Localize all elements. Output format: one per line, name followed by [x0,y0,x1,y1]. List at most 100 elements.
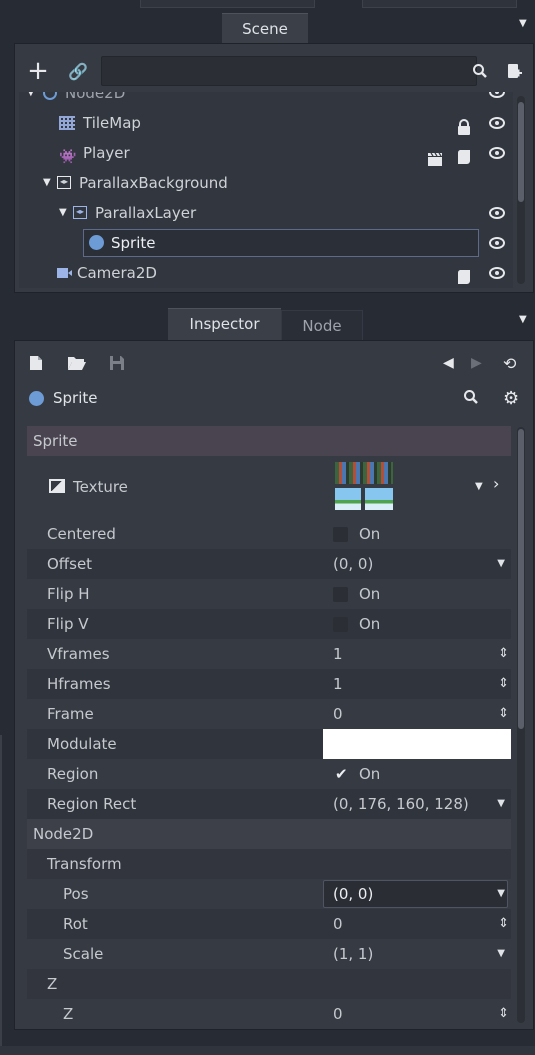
property-value: (0, 176, 160, 128) [333,795,469,813]
spinner-icon[interactable]: ⇕ [498,999,509,1029]
chevron-right-icon[interactable]: › [493,469,499,499]
scene-scrollbar[interactable] [517,96,525,284]
script-add-icon[interactable] [503,60,525,82]
property-label: Region [47,765,99,783]
property-value: (0, 0) [333,555,374,573]
subsection-z[interactable]: Z [27,969,511,999]
property-label: Rot [63,915,88,933]
tree-item-node2d[interactable]: ▼ Node2D [19,92,513,108]
collapse-arrow-icon[interactable]: ▼ [27,92,35,108]
tree-item-label: Sprite [111,234,156,252]
sprite-icon [89,235,104,250]
property-flip-h[interactable]: Flip H On [27,579,511,609]
property-texture[interactable]: Texture ▼ › [27,456,511,518]
property-vframes[interactable]: Vframes 1 ⇕ [27,639,511,669]
top-tab-partial-right[interactable] [362,0,517,8]
spinner-icon[interactable]: ⇕ [498,669,509,699]
tree-item-label: Camera2D [77,264,157,282]
visibility-icon[interactable] [489,92,505,98]
property-value[interactable]: 0 [333,699,343,729]
property-label: Scale [63,945,104,963]
search-icon[interactable] [469,60,491,82]
collapse-arrow-icon[interactable]: ▼ [43,168,51,198]
section-node2d[interactable]: Node2D [27,819,511,849]
section-sprite[interactable]: Sprite [27,426,511,456]
property-centered[interactable]: Centered On [27,519,511,549]
spinner-icon[interactable]: ⇕ [498,909,509,939]
property-value[interactable]: 1 [333,639,343,669]
tree-item-label: TileMap [83,114,141,132]
property-label: Frame [47,705,94,723]
spinner-icon[interactable]: ⇕ [498,699,509,729]
property-value: On [359,765,381,783]
texture-preview[interactable] [333,460,395,512]
tree-item-tilemap[interactable]: TileMap [19,108,513,138]
property-region-rect[interactable]: Region Rect (0, 176, 160, 128) ▼ [27,789,511,819]
property-scale[interactable]: Scale (1, 1) ▼ [27,939,511,969]
visibility-icon[interactable] [489,117,505,129]
checkbox[interactable] [333,527,348,542]
tree-item-label: ParallaxBackground [79,174,228,192]
tree-item-parallaxlayer[interactable]: ▼ ◂▸ ParallaxLayer [19,198,513,228]
visibility-icon[interactable] [489,207,505,219]
property-flip-v[interactable]: Flip V On [27,609,511,639]
camera-icon [57,268,68,278]
tree-item-sprite[interactable]: Sprite [19,228,513,258]
property-modulate[interactable]: Modulate [27,729,511,759]
top-tab-partial-left[interactable] [140,0,315,8]
checkbox[interactable] [333,617,348,632]
property-z[interactable]: Z 0 ⇕ [27,999,511,1029]
property-value[interactable]: 0 [333,999,343,1029]
dropdown-arrow-icon[interactable]: ▼ [497,939,505,969]
tilemap-icon [59,116,75,130]
visibility-icon[interactable] [489,237,505,249]
tab-node[interactable]: Node [281,310,363,340]
scene-tree: ▼ Node2D TileMap 👾 Player ▼ ◂▸ ParallaxB… [19,92,513,288]
tab-scene[interactable]: Scene [222,13,308,43]
left-edge-divider [0,735,2,1055]
property-offset[interactable]: Offset (0, 0) ▼ [27,549,511,579]
property-value[interactable]: 0 [333,909,343,939]
property-label: Hframes [47,675,111,693]
property-label: Offset [47,555,93,573]
property-rot[interactable]: Rot 0 ⇕ [27,909,511,939]
checkmark-icon[interactable]: ✔ [335,759,348,789]
property-value: On [359,525,381,543]
spinner-icon[interactable]: ⇕ [498,639,509,669]
property-pos[interactable]: Pos (0, 0) ▼ [27,879,511,909]
bottom-status-strip [0,1046,535,1055]
visibility-icon[interactable] [489,147,505,159]
dropdown-arrow-icon[interactable]: ▼ [497,549,505,579]
property-region[interactable]: Region ✔ On [27,759,511,789]
inspector-menu-arrow[interactable]: ▼ [519,314,527,325]
dropdown-arrow-icon[interactable]: ▼ [497,789,505,819]
tree-item-label: Node2D [65,92,126,102]
property-frame[interactable]: Frame 0 ⇕ [27,699,511,729]
tree-item-player[interactable]: 👾 Player [19,138,513,168]
scrollbar-thumb[interactable] [518,102,524,202]
color-swatch[interactable] [323,729,511,759]
visibility-icon[interactable] [489,267,505,279]
property-label: Vframes [47,645,110,663]
property-label: Texture [73,478,128,496]
property-hframes[interactable]: Hframes 1 ⇕ [27,669,511,699]
tree-item-parallaxbackground[interactable]: ▼ ◂▸ ParallaxBackground [19,168,513,198]
collapse-arrow-icon[interactable]: ▼ [59,198,67,228]
property-label: Pos [63,885,89,903]
inspector-scrollbar[interactable] [517,427,525,1023]
property-value[interactable]: 1 [333,669,343,699]
property-value: On [359,585,381,603]
dropdown-arrow-icon[interactable]: ▼ [497,879,505,909]
link-icon[interactable]: 🔗 [67,60,89,82]
scrollbar-thumb[interactable] [518,429,524,729]
tree-item-camera2d[interactable]: Camera2D [19,258,513,288]
checkbox[interactable] [333,587,348,602]
script-icon[interactable] [457,265,471,288]
camera-lens-icon [68,270,72,276]
subsection-transform[interactable]: Transform [27,849,511,879]
scene-menu-arrow[interactable]: ▼ [519,18,527,29]
tab-inspector[interactable]: Inspector [168,308,281,340]
add-node-icon[interactable]: + [25,56,51,86]
dropdown-arrow-icon[interactable]: ▼ [475,472,483,502]
scene-filter-input[interactable] [101,56,477,86]
